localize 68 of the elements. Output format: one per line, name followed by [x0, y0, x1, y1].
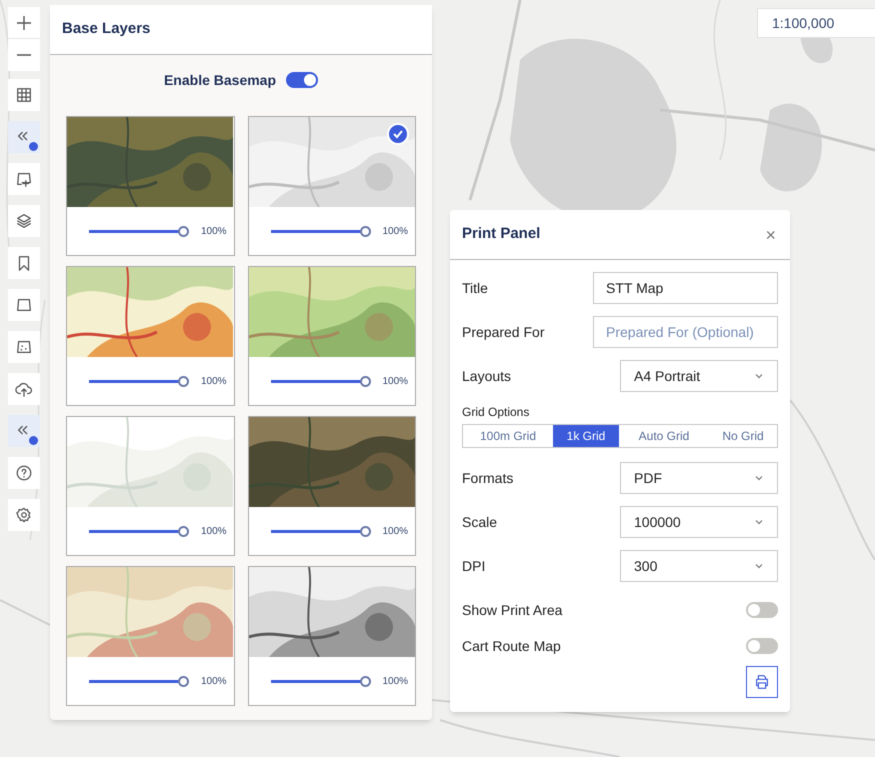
layer-card[interactable]: 100%: [66, 416, 234, 556]
polygon-dots-icon: [15, 338, 33, 356]
opacity-value: 100%: [382, 224, 408, 238]
toggle-label: Cart Route Map: [462, 636, 561, 656]
grid-icon: [15, 86, 33, 104]
toggle-switch[interactable]: [746, 602, 778, 618]
panel-title: Print Panel: [462, 224, 540, 244]
close-button[interactable]: ×: [765, 226, 778, 244]
field-label: Layouts: [462, 366, 512, 386]
minus-icon: [17, 54, 31, 56]
toggle-switch[interactable]: [746, 638, 778, 654]
opacity-value: 100%: [382, 674, 408, 688]
tool-button[interactable]: [8, 499, 40, 531]
settings-icon: [15, 506, 33, 524]
tool-button[interactable]: [8, 163, 40, 195]
cloud-upload-icon: [15, 380, 33, 398]
layer-card[interactable]: 100%: [248, 416, 416, 556]
panel-title: Base Layers: [62, 19, 150, 40]
dropdown[interactable]: 300: [620, 550, 778, 582]
grid-option-tab[interactable]: No Grid: [709, 425, 777, 447]
tool-button[interactable]: [8, 331, 40, 363]
opacity-value: 100%: [201, 524, 227, 538]
polygon-icon: [15, 296, 33, 314]
tool-button[interactable]: [8, 121, 40, 153]
opacity-value: 100%: [201, 674, 227, 688]
opacity-value: 100%: [382, 374, 408, 388]
dropdown[interactable]: PDF: [620, 462, 778, 494]
dropdown[interactable]: A4 Portrait: [620, 360, 778, 392]
field-label: DPI: [462, 556, 486, 576]
tool-button[interactable]: [8, 247, 40, 279]
tool-button[interactable]: [8, 415, 40, 447]
opacity-value: 100%: [382, 524, 408, 538]
dropdown[interactable]: 100000: [620, 506, 778, 538]
grid-option-tab[interactable]: 1k Grid: [553, 425, 619, 447]
toggle-label: Show Print Area: [462, 600, 562, 620]
layers-icon: [15, 212, 33, 230]
input-field[interactable]: STT Map: [593, 272, 778, 304]
basemap-toggle[interactable]: [286, 72, 318, 88]
layer-card[interactable]: 100%: [248, 116, 416, 256]
check-icon: [392, 128, 404, 140]
opacity-value: 100%: [201, 224, 227, 238]
layer-card[interactable]: 100%: [66, 566, 234, 706]
tool-button[interactable]: [8, 289, 40, 321]
field-label: Grid Options: [462, 404, 530, 421]
tool-button[interactable]: [8, 79, 40, 111]
layer-card[interactable]: 100%: [248, 566, 416, 706]
tool-button[interactable]: [8, 457, 40, 489]
field-label: Formats: [462, 468, 514, 488]
toggle-label: Enable Basemap: [164, 70, 276, 90]
tool-button[interactable]: [8, 373, 40, 405]
tool-button[interactable]: [8, 205, 40, 237]
field-label: Prepared For: [462, 322, 544, 342]
printer-icon: [753, 673, 771, 691]
layer-card[interactable]: 100%: [248, 266, 416, 406]
grid-option-tab[interactable]: 100m Grid: [463, 425, 553, 447]
layer-card[interactable]: 100%: [66, 116, 234, 256]
input-field[interactable]: Prepared For (Optional): [593, 316, 778, 348]
area-plus-icon: [15, 170, 33, 188]
field-label: Scale: [462, 512, 498, 532]
help-icon: [15, 464, 33, 482]
field-label: Title: [462, 278, 488, 298]
plus-icon: [17, 16, 31, 30]
opacity-value: 100%: [201, 374, 227, 388]
layer-card[interactable]: 100%: [66, 266, 234, 406]
scale-field[interactable]: 1:100,000: [757, 8, 875, 38]
tool-button[interactable]: [8, 7, 40, 39]
print-button[interactable]: [746, 666, 778, 698]
grid-option-tab[interactable]: Auto Grid: [619, 425, 709, 447]
